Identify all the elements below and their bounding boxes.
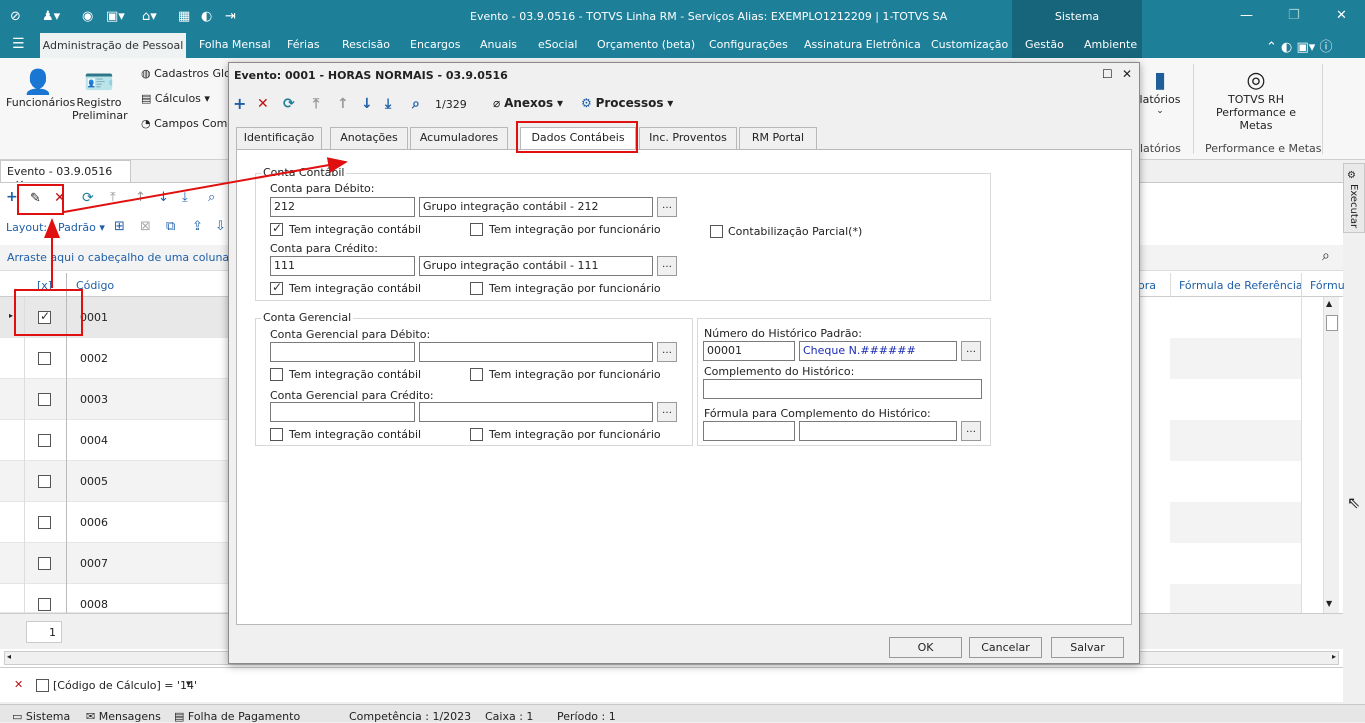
status-competencia: Competência : 1/2023 bbox=[349, 710, 472, 723]
status-folha[interactable]: ▤ Folha de Pagamento bbox=[174, 710, 300, 723]
annotation-arrows bbox=[44, 157, 348, 288]
status-sistema[interactable]: ▭ Sistema bbox=[12, 710, 70, 723]
status-mensagens[interactable]: ✉ Mensagens bbox=[86, 710, 161, 723]
status-bar: ▭ Sistema ✉ Mensagens ▤ Folha de Pagamen… bbox=[0, 704, 1365, 723]
status-caixa: Caixa : 1 bbox=[485, 710, 534, 723]
mouse-cursor-icon: ⇖ bbox=[1347, 493, 1361, 512]
status-periodo: Período : 1 bbox=[557, 710, 616, 723]
